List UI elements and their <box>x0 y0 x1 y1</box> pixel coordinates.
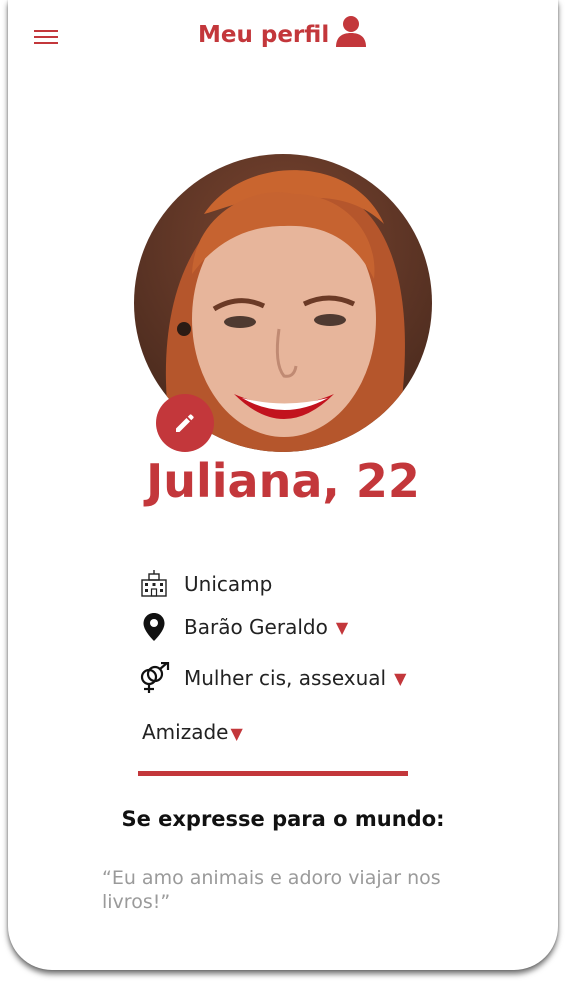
location-dropdown-icon[interactable]: ▼ <box>336 618 348 637</box>
profile-name-age: Juliana, 22 <box>146 454 420 508</box>
school-building-icon <box>138 568 170 600</box>
page-title: Meu perfil <box>198 22 330 48</box>
gender-symbol-icon <box>138 662 170 694</box>
identity-dropdown-icon[interactable]: ▼ <box>394 669 406 688</box>
relationship-goal-value: Amizade <box>142 720 229 744</box>
identity-row[interactable]: Mulher cis, assexual ▼ <box>138 662 406 694</box>
user-icon[interactable] <box>334 14 368 48</box>
hamburger-menu-icon[interactable] <box>34 30 58 46</box>
edit-photo-button[interactable] <box>156 394 214 452</box>
university-value: Unicamp <box>184 572 273 596</box>
pencil-icon <box>176 414 194 432</box>
goal-dropdown-icon[interactable]: ▼ <box>230 724 242 743</box>
section-divider <box>138 771 408 776</box>
relationship-goal-select[interactable]: Amizade ▼ <box>142 720 243 744</box>
location-row[interactable]: Barão Geraldo ▼ <box>138 611 348 643</box>
map-pin-icon <box>138 611 170 643</box>
identity-value: Mulher cis, assexual <box>184 666 387 690</box>
university-row: Unicamp <box>138 568 272 600</box>
location-value: Barão Geraldo <box>184 615 328 639</box>
bio-text[interactable]: “Eu amo animais e adoro viajar nos livro… <box>102 866 472 914</box>
bio-heading: Se expresse para o mundo: <box>121 807 445 831</box>
